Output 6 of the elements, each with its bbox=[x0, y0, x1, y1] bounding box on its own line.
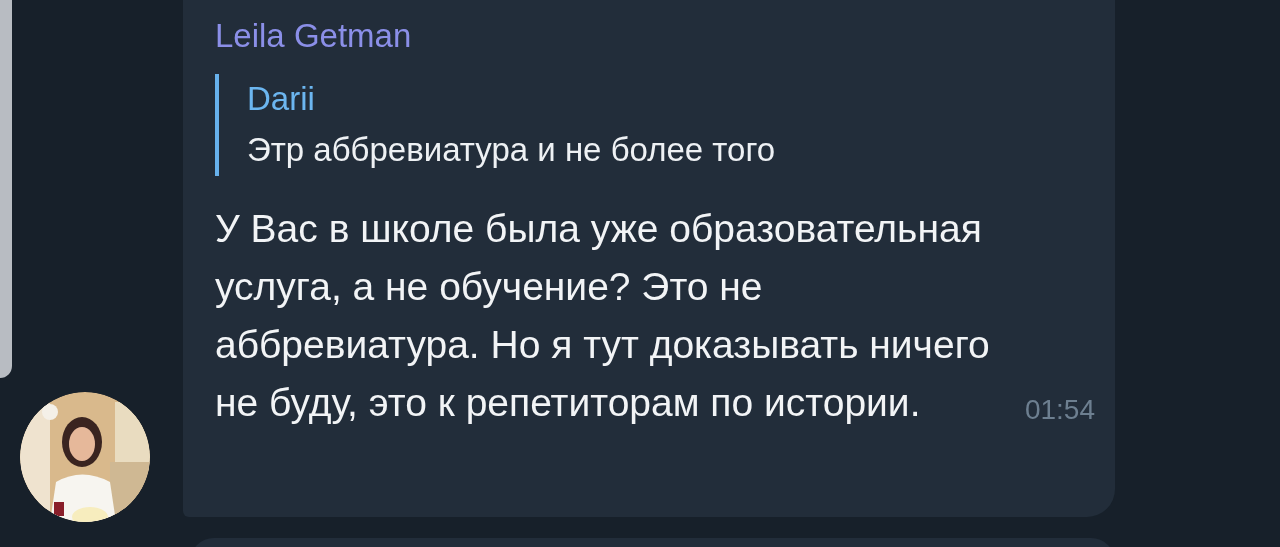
sender-name[interactable]: Leila Getman bbox=[215, 12, 1095, 60]
reply-quote[interactable]: Darii Этр аббревиатура и не более того bbox=[215, 74, 1095, 176]
message-time: 01:54 bbox=[1024, 393, 1095, 427]
message-text: У Вас в школе была уже образовательная услуга, а не обучение? Это не аббревиатура. Но я тут доказывать ничего не буду, это к репетиторам по истории. bbox=[215, 206, 991, 426]
reply-author: Darii bbox=[247, 79, 316, 119]
reply-text: Этр аббревиатура и не более того bbox=[247, 130, 777, 170]
